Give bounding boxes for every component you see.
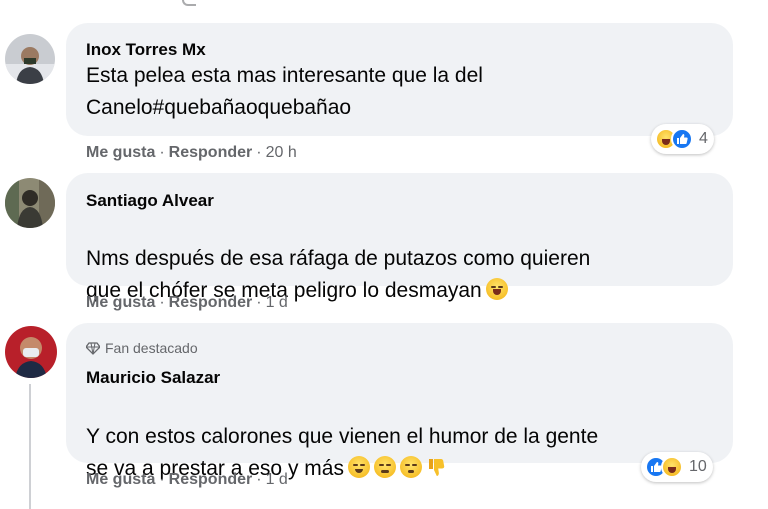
avatar-photo xyxy=(5,34,55,84)
like-icon xyxy=(671,128,693,150)
comment-author[interactable]: Mauricio Salazar xyxy=(86,368,220,388)
reaction-summary[interactable]: 4 xyxy=(651,124,714,154)
relieved-face-icon xyxy=(347,456,370,478)
comment-actions: Me gusta · Responder · 1 d xyxy=(86,294,288,312)
comment-bubble: Fan destacado Mauricio Salazar Y con est… xyxy=(66,323,733,480)
pensive-face-icon xyxy=(399,456,422,478)
like-link[interactable]: Me gusta xyxy=(86,471,155,488)
reply-link[interactable]: Responder xyxy=(169,471,253,488)
avatar[interactable] xyxy=(5,178,55,228)
reply-link[interactable]: Responder xyxy=(169,144,253,161)
like-link[interactable]: Me gusta xyxy=(86,294,155,311)
avatar-photo xyxy=(5,178,55,228)
timestamp-link[interactable]: 1 d xyxy=(266,471,288,488)
reaction-count: 10 xyxy=(689,458,707,475)
comment-actions: Me gusta · Responder · 1 d xyxy=(86,471,288,489)
comment-author[interactable]: Inox Torres Mx xyxy=(86,40,206,60)
comment-bubble: Santiago Alvear Nms después de esa ráfag… xyxy=(66,173,733,302)
avatar[interactable] xyxy=(5,326,57,378)
comment-bubble: Inox Torres Mx Esta pelea esta mas inter… xyxy=(66,23,733,136)
expressionless-face-icon xyxy=(373,456,396,478)
timestamp-link[interactable]: 1 d xyxy=(266,294,288,311)
comment-text: Esta pelea esta mas interesante que la d… xyxy=(86,64,483,119)
thread-line xyxy=(29,384,31,509)
thumbs-down-icon xyxy=(428,459,445,476)
reply-link[interactable]: Responder xyxy=(169,294,253,311)
haha-icon xyxy=(661,456,683,478)
top-fan-label: Fan destacado xyxy=(105,340,198,356)
separator-dot: · xyxy=(159,144,165,161)
separator-dot: · xyxy=(256,144,262,161)
like-link[interactable]: Me gusta xyxy=(86,144,155,161)
comment-text: Nms después de esa ráfaga de putazos com… xyxy=(86,211,726,307)
diamond-icon xyxy=(85,342,101,355)
comment-actions: Me gusta · Responder · 20 h xyxy=(86,144,297,162)
thread-connector-top xyxy=(182,0,196,6)
separator-dot: · xyxy=(256,471,262,488)
separator-dot: · xyxy=(159,471,165,488)
timestamp-link[interactable]: 20 h xyxy=(266,144,297,161)
avatar[interactable] xyxy=(5,34,55,84)
avatar-photo xyxy=(5,326,57,378)
grinning-squinting-face-icon xyxy=(485,278,508,300)
top-fan-badge[interactable]: Fan destacado xyxy=(85,340,198,356)
separator-dot: · xyxy=(256,294,262,311)
separator-dot: · xyxy=(159,294,165,311)
reaction-count: 4 xyxy=(699,130,708,147)
reaction-summary[interactable]: 10 xyxy=(641,452,713,482)
comment-author[interactable]: Santiago Alvear xyxy=(86,191,214,211)
